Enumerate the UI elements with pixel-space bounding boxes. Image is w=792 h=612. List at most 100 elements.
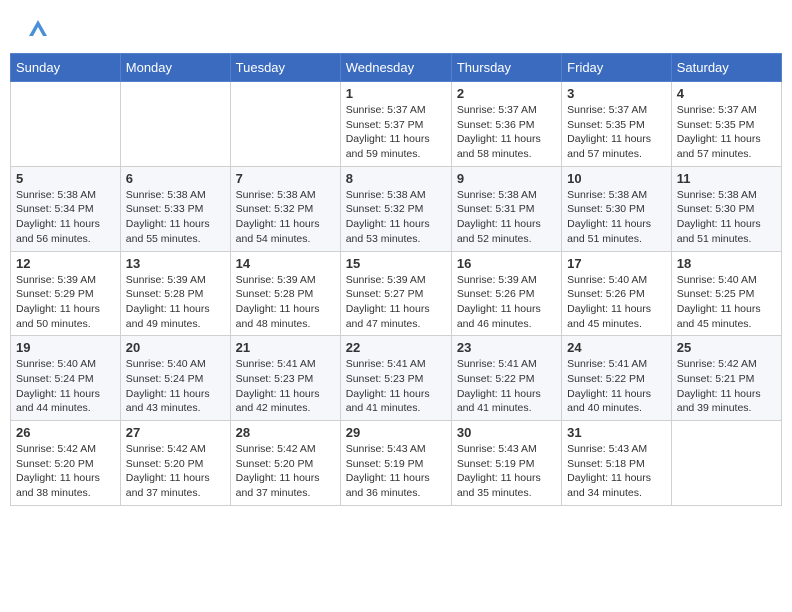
- day-info: Sunrise: 5:37 AM Sunset: 5:37 PM Dayligh…: [346, 103, 446, 162]
- day-info: Sunrise: 5:40 AM Sunset: 5:26 PM Dayligh…: [567, 273, 666, 332]
- day-number: 7: [236, 171, 335, 186]
- day-info: Sunrise: 5:39 AM Sunset: 5:29 PM Dayligh…: [16, 273, 115, 332]
- day-number: 14: [236, 256, 335, 271]
- day-number: 10: [567, 171, 666, 186]
- calendar-cell: 9 Sunrise: 5:38 AM Sunset: 5:31 PM Daylig…: [451, 166, 561, 251]
- day-info: Sunrise: 5:39 AM Sunset: 5:26 PM Dayligh…: [457, 273, 556, 332]
- page-header: [10, 10, 782, 48]
- calendar-cell: 25Sunrise: 5:42 AM Sunset: 5:21 PM Dayli…: [671, 336, 781, 421]
- calendar-cell: 31Sunrise: 5:43 AM Sunset: 5:18 PM Dayli…: [562, 421, 672, 506]
- day-info: Sunrise: 5:38 AM Sunset: 5:32 PM Dayligh…: [236, 188, 335, 247]
- calendar-cell: [230, 82, 340, 167]
- calendar-cell: 17 Sunrise: 5:40 AM Sunset: 5:26 PM Dayli…: [562, 251, 672, 336]
- day-info: Sunrise: 5:38 AM Sunset: 5:32 PM Dayligh…: [346, 188, 446, 247]
- calendar-cell: 13 Sunrise: 5:39 AM Sunset: 5:28 PM Dayli…: [120, 251, 230, 336]
- day-number: 21: [236, 340, 335, 355]
- calendar-cell: 7 Sunrise: 5:38 AM Sunset: 5:32 PM Daylig…: [230, 166, 340, 251]
- day-number: 19: [16, 340, 115, 355]
- day-number: 2: [457, 86, 556, 101]
- calendar-cell: 2 Sunrise: 5:37 AM Sunset: 5:36 PM Daylig…: [451, 82, 561, 167]
- calendar-week-row: 1 Sunrise: 5:37 AM Sunset: 5:37 PM Daylig…: [11, 82, 782, 167]
- calendar-cell: 26 Sunrise: 5:42 AM Sunset: 5:20 PM Dayli…: [11, 421, 121, 506]
- day-info: Sunrise: 5:42 AM Sunset: 5:20 PM Dayligh…: [126, 442, 225, 501]
- calendar-header-row: SundayMondayTuesdayWednesdayThursdayFrid…: [11, 54, 782, 82]
- day-info: Sunrise: 5:38 AM Sunset: 5:31 PM Dayligh…: [457, 188, 556, 247]
- calendar-cell: 28 Sunrise: 5:42 AM Sunset: 5:20 PM Dayli…: [230, 421, 340, 506]
- calendar-week-row: 5 Sunrise: 5:38 AM Sunset: 5:34 PM Daylig…: [11, 166, 782, 251]
- day-number: 29: [346, 425, 446, 440]
- day-number: 31: [567, 425, 666, 440]
- day-info: Sunrise: 5:38 AM Sunset: 5:30 PM Dayligh…: [677, 188, 776, 247]
- day-info: Sunrise: 5:41 AM Sunset: 5:23 PM Dayligh…: [346, 357, 446, 416]
- day-number: 20: [126, 340, 225, 355]
- day-number: 30: [457, 425, 556, 440]
- calendar-week-row: 19 Sunrise: 5:40 AM Sunset: 5:24 PM Dayli…: [11, 336, 782, 421]
- calendar-cell: 10 Sunrise: 5:38 AM Sunset: 5:30 PM Dayli…: [562, 166, 672, 251]
- day-info: Sunrise: 5:37 AM Sunset: 5:35 PM Dayligh…: [567, 103, 666, 162]
- day-info: Sunrise: 5:39 AM Sunset: 5:27 PM Dayligh…: [346, 273, 446, 332]
- day-info: Sunrise: 5:40 AM Sunset: 5:25 PM Dayligh…: [677, 273, 776, 332]
- calendar-cell: 16 Sunrise: 5:39 AM Sunset: 5:26 PM Dayli…: [451, 251, 561, 336]
- calendar-cell: 23Sunrise: 5:41 AM Sunset: 5:22 PM Dayli…: [451, 336, 561, 421]
- day-info: Sunrise: 5:40 AM Sunset: 5:24 PM Dayligh…: [16, 357, 115, 416]
- calendar-cell: 11 Sunrise: 5:38 AM Sunset: 5:30 PM Dayli…: [671, 166, 781, 251]
- day-info: Sunrise: 5:43 AM Sunset: 5:19 PM Dayligh…: [346, 442, 446, 501]
- day-number: 25: [677, 340, 776, 355]
- weekday-header: Thursday: [451, 54, 561, 82]
- calendar-cell: 14 Sunrise: 5:39 AM Sunset: 5:28 PM Dayli…: [230, 251, 340, 336]
- day-number: 17: [567, 256, 666, 271]
- calendar-cell: [671, 421, 781, 506]
- calendar-cell: 1 Sunrise: 5:37 AM Sunset: 5:37 PM Daylig…: [340, 82, 451, 167]
- calendar-cell: 6 Sunrise: 5:38 AM Sunset: 5:33 PM Daylig…: [120, 166, 230, 251]
- logo-icon: [27, 18, 49, 38]
- calendar-cell: [11, 82, 121, 167]
- calendar-cell: 21Sunrise: 5:41 AM Sunset: 5:23 PM Dayli…: [230, 336, 340, 421]
- day-info: Sunrise: 5:40 AM Sunset: 5:24 PM Dayligh…: [126, 357, 225, 416]
- calendar-cell: 18Sunrise: 5:40 AM Sunset: 5:25 PM Dayli…: [671, 251, 781, 336]
- calendar-cell: 27Sunrise: 5:42 AM Sunset: 5:20 PM Dayli…: [120, 421, 230, 506]
- day-info: Sunrise: 5:39 AM Sunset: 5:28 PM Dayligh…: [126, 273, 225, 332]
- calendar-cell: 29 Sunrise: 5:43 AM Sunset: 5:19 PM Dayli…: [340, 421, 451, 506]
- day-info: Sunrise: 5:41 AM Sunset: 5:22 PM Dayligh…: [457, 357, 556, 416]
- weekday-header: Friday: [562, 54, 672, 82]
- day-info: Sunrise: 5:37 AM Sunset: 5:35 PM Dayligh…: [677, 103, 776, 162]
- day-info: Sunrise: 5:39 AM Sunset: 5:28 PM Dayligh…: [236, 273, 335, 332]
- calendar-cell: 30Sunrise: 5:43 AM Sunset: 5:19 PM Dayli…: [451, 421, 561, 506]
- day-number: 26: [16, 425, 115, 440]
- day-number: 22: [346, 340, 446, 355]
- day-info: Sunrise: 5:42 AM Sunset: 5:20 PM Dayligh…: [236, 442, 335, 501]
- calendar-cell: 4 Sunrise: 5:37 AM Sunset: 5:35 PM Daylig…: [671, 82, 781, 167]
- calendar-week-row: 12 Sunrise: 5:39 AM Sunset: 5:29 PM Dayli…: [11, 251, 782, 336]
- day-number: 28: [236, 425, 335, 440]
- weekday-header: Tuesday: [230, 54, 340, 82]
- weekday-header: Wednesday: [340, 54, 451, 82]
- weekday-header: Saturday: [671, 54, 781, 82]
- day-number: 6: [126, 171, 225, 186]
- day-number: 11: [677, 171, 776, 186]
- day-number: 15: [346, 256, 446, 271]
- day-number: 1: [346, 86, 446, 101]
- calendar-cell: 19 Sunrise: 5:40 AM Sunset: 5:24 PM Dayli…: [11, 336, 121, 421]
- day-info: Sunrise: 5:42 AM Sunset: 5:20 PM Dayligh…: [16, 442, 115, 501]
- day-number: 8: [346, 171, 446, 186]
- day-info: Sunrise: 5:41 AM Sunset: 5:22 PM Dayligh…: [567, 357, 666, 416]
- day-info: Sunrise: 5:37 AM Sunset: 5:36 PM Dayligh…: [457, 103, 556, 162]
- day-number: 24: [567, 340, 666, 355]
- calendar-cell: 22 Sunrise: 5:41 AM Sunset: 5:23 PM Dayli…: [340, 336, 451, 421]
- day-info: Sunrise: 5:38 AM Sunset: 5:34 PM Dayligh…: [16, 188, 115, 247]
- calendar-cell: 5 Sunrise: 5:38 AM Sunset: 5:34 PM Daylig…: [11, 166, 121, 251]
- day-info: Sunrise: 5:38 AM Sunset: 5:33 PM Dayligh…: [126, 188, 225, 247]
- day-number: 9: [457, 171, 556, 186]
- calendar-cell: 8 Sunrise: 5:38 AM Sunset: 5:32 PM Daylig…: [340, 166, 451, 251]
- calendar-cell: [120, 82, 230, 167]
- day-number: 12: [16, 256, 115, 271]
- day-info: Sunrise: 5:38 AM Sunset: 5:30 PM Dayligh…: [567, 188, 666, 247]
- day-number: 5: [16, 171, 115, 186]
- weekday-header: Sunday: [11, 54, 121, 82]
- day-number: 3: [567, 86, 666, 101]
- day-number: 13: [126, 256, 225, 271]
- day-number: 4: [677, 86, 776, 101]
- calendar-cell: 24 Sunrise: 5:41 AM Sunset: 5:22 PM Dayli…: [562, 336, 672, 421]
- day-number: 16: [457, 256, 556, 271]
- calendar-cell: 20 Sunrise: 5:40 AM Sunset: 5:24 PM Dayli…: [120, 336, 230, 421]
